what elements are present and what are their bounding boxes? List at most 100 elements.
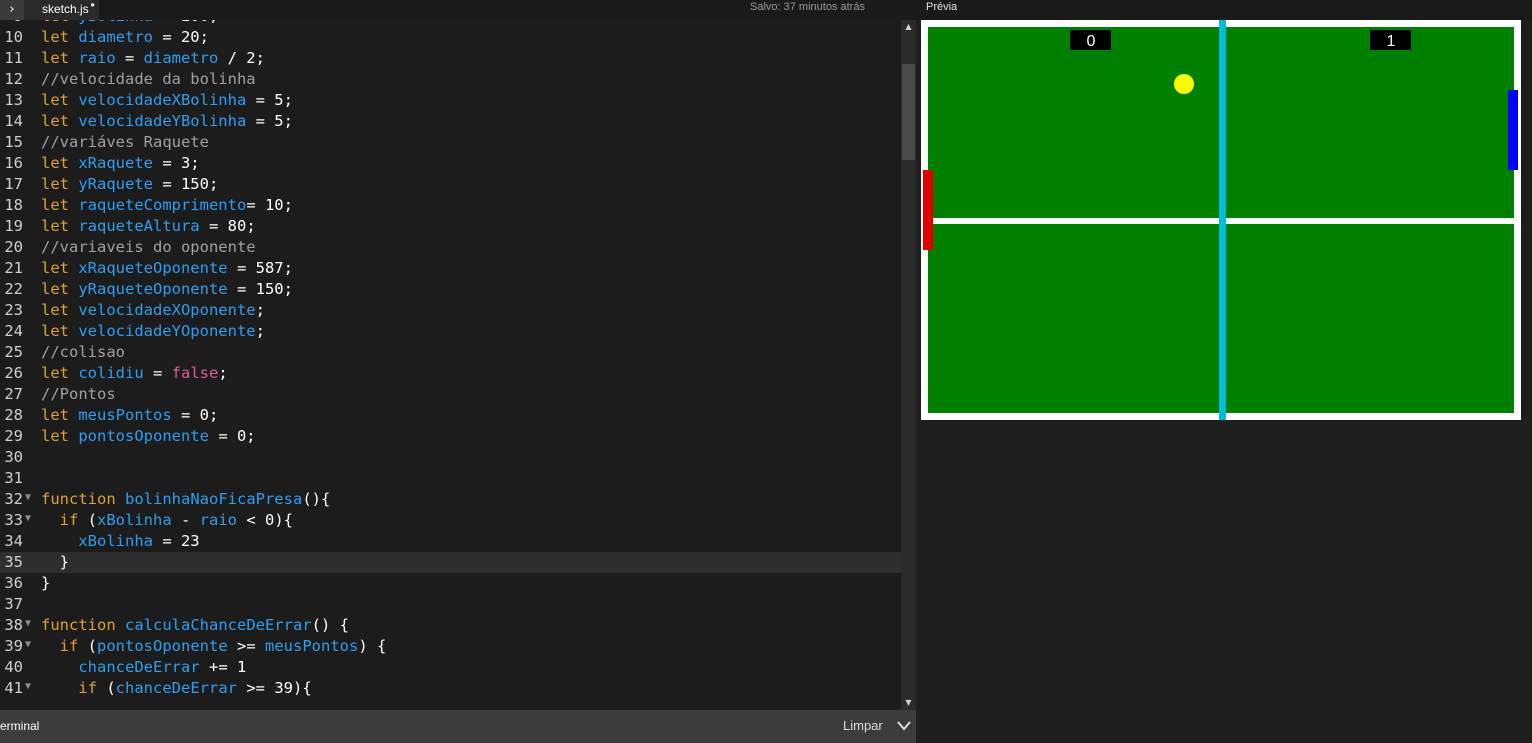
code-line[interactable]: 37 [0, 594, 901, 615]
scroll-up-icon[interactable]: ▲ [901, 20, 916, 34]
line-code: let colidiu = false; [41, 364, 228, 382]
line-number: 13 [4, 91, 23, 109]
line-number: 15 [4, 133, 23, 151]
code-line[interactable]: 21 let xRaqueteOponente = 587; [0, 258, 901, 279]
line-code: xBolinha = 23 [78, 532, 200, 550]
code-line[interactable]: 24 let velocidadeYOponente; [0, 321, 901, 342]
fold-arrow-icon[interactable]: ▼ [25, 613, 31, 634]
fold-arrow-icon[interactable]: ▼ [25, 487, 31, 508]
ball [1174, 74, 1194, 94]
code-line[interactable]: 30 [0, 447, 901, 468]
line-code: //variaveis do oponente [41, 238, 256, 256]
line-code: chanceDeErrar += 1 [78, 658, 247, 676]
code-line[interactable]: 33 ▼ if (xBolinha - raio < 0){ [0, 510, 901, 531]
line-code: function bolinhaNaoFicaPresa(){ [41, 490, 331, 508]
line-number: 35 [4, 553, 23, 571]
line-number: 40 [4, 658, 23, 676]
code-line[interactable]: 34 xBolinha = 23 [0, 531, 901, 552]
fold-arrow-icon[interactable]: ▼ [25, 508, 31, 529]
line-code: let velocidadeXBolinha = 5; [41, 91, 293, 109]
chevron-down-icon[interactable] [896, 719, 912, 733]
editor-scrollbar[interactable]: ▲ ▼ [901, 20, 916, 710]
line-number: 11 [4, 49, 23, 67]
code-line[interactable]: 17 let yRaquete = 150; [0, 174, 901, 195]
line-number: 33 [4, 511, 23, 529]
line-code: let yRaqueteOponente = 150; [41, 280, 293, 298]
code-line[interactable]: 13 let velocidadeXBolinha = 5; [0, 90, 901, 111]
code-line[interactable]: 9 let yBolinha = 200; [0, 20, 901, 27]
code-line[interactable]: 29 let pontosOponente = 0; [0, 426, 901, 447]
line-code: let pontosOponente = 0; [41, 427, 256, 445]
code-line[interactable]: 35 } [0, 552, 901, 573]
code-line[interactable]: 25 //colisao [0, 342, 901, 363]
line-number: 12 [4, 70, 23, 88]
code-line[interactable]: 38 ▼ function calculaChanceDeErrar() { [0, 615, 901, 636]
line-code: let raqueteComprimento= 10; [41, 196, 293, 214]
line-number: 16 [4, 154, 23, 172]
line-number: 26 [4, 364, 23, 382]
line-number: 24 [4, 322, 23, 340]
code-line[interactable]: 11 let raio = diametro / 2; [0, 48, 901, 69]
code-line[interactable]: 19 let raqueteAltura = 80; [0, 216, 901, 237]
line-code: //Pontos [41, 385, 116, 403]
code-line[interactable]: 32 ▼ function bolinhaNaoFicaPresa(){ [0, 489, 901, 510]
top-bar: › sketch.js • Salvo: 37 minutos atrás Pr… [0, 0, 1532, 20]
tab-sketch-js[interactable]: sketch.js • [24, 0, 99, 20]
line-code: let raio = diametro / 2; [41, 49, 265, 67]
code-line[interactable]: 22 let yRaqueteOponente = 150; [0, 279, 901, 300]
line-number: 14 [4, 112, 23, 130]
scroll-down-icon[interactable]: ▼ [901, 696, 916, 710]
line-number: 25 [4, 343, 23, 361]
paddle-left [923, 170, 933, 250]
code-line[interactable]: 41 ▼ if (chanceDeErrar >= 39){ [0, 678, 901, 699]
clear-button[interactable]: Limpar [843, 718, 883, 733]
line-number: 28 [4, 406, 23, 424]
saved-status: Salvo: 37 minutos atrás [750, 1, 865, 13]
code-line[interactable]: 18 let raqueteComprimento= 10; [0, 195, 901, 216]
code-line[interactable]: 12 //velocidade da bolinha [0, 69, 901, 90]
line-number: 34 [4, 532, 23, 550]
line-number: 21 [4, 259, 23, 277]
line-code: //variáves Raquete [41, 133, 209, 151]
chevron-right-icon[interactable]: › [0, 0, 24, 20]
code-line[interactable]: 39 ▼ if (pontosOponente >= meusPontos) { [0, 636, 901, 657]
code-line[interactable]: 15 //variáves Raquete [0, 132, 901, 153]
code-line[interactable]: 36} [0, 573, 901, 594]
line-number: 20 [4, 238, 23, 256]
preview-label: Prévia [926, 1, 958, 13]
code-line[interactable]: 14 let velocidadeYBolinha = 5; [0, 111, 901, 132]
unsaved-dot-icon: • [90, 0, 95, 12]
preview-panel: 0 1 [916, 20, 1532, 743]
terminal-bar: erminal Limpar [0, 710, 916, 743]
fold-arrow-icon[interactable]: ▼ [25, 634, 31, 655]
net [1219, 20, 1226, 420]
code-line[interactable]: 23 let velocidadeXOponente; [0, 300, 901, 321]
code-line[interactable]: 27 //Pontos [0, 384, 901, 405]
code-line[interactable]: 40 chanceDeErrar += 1 [0, 657, 901, 678]
line-code: let raqueteAltura = 80; [41, 217, 256, 235]
code-lines: 9 let yBolinha = 200; 10 let diametro = 20;… [0, 20, 901, 699]
line-number: 19 [4, 217, 23, 235]
code-line[interactable]: 26 let colidiu = false; [0, 363, 901, 384]
line-number: 9 [0, 20, 23, 27]
code-line[interactable]: 10 let diametro = 20; [0, 27, 901, 48]
scroll-thumb[interactable] [902, 64, 915, 160]
code-line[interactable]: 31 [0, 468, 901, 489]
line-number: 27 [4, 385, 23, 403]
line-number: 36 [4, 574, 23, 592]
line-code: let xRaqueteOponente = 587; [41, 259, 293, 277]
code-line[interactable]: 16 let xRaquete = 3; [0, 153, 901, 174]
score-right: 1 [1387, 33, 1396, 50]
line-code: let velocidadeYBolinha = 5; [41, 112, 293, 130]
fold-arrow-icon[interactable]: ▼ [25, 676, 31, 697]
line-code: let xRaquete = 3; [41, 154, 200, 172]
code-line[interactable]: 20 //variaveis do oponente [0, 237, 901, 258]
line-number: 17 [4, 175, 23, 193]
code-line[interactable]: 28 let meusPontos = 0; [0, 405, 901, 426]
line-number: 10 [4, 28, 23, 46]
tab-label: sketch.js [42, 2, 89, 16]
game-canvas[interactable]: 0 1 [921, 20, 1521, 420]
line-code: //velocidade da bolinha [41, 70, 256, 88]
score-left: 0 [1087, 33, 1096, 50]
code-editor[interactable]: 9 let yBolinha = 200; 10 let diametro = 20;… [0, 20, 901, 710]
